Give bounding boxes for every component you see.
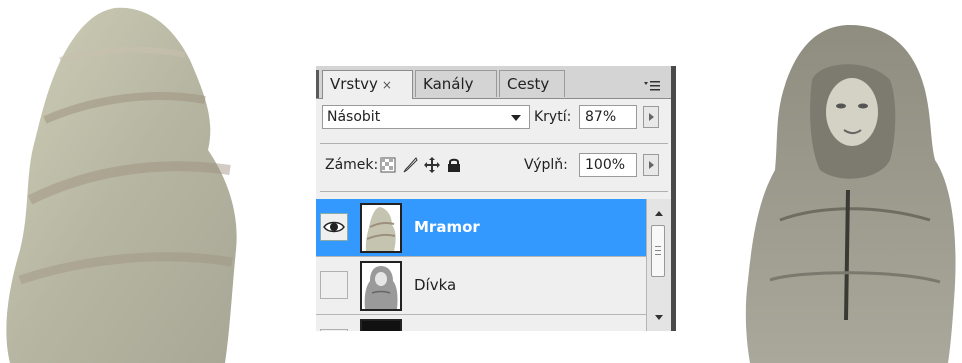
marble-girl-image	[745, 25, 956, 363]
layer-list: Mramor Dívka	[316, 199, 646, 331]
marble-image	[6, 7, 237, 363]
visibility-toggle[interactable]	[320, 329, 348, 331]
layers-panel: Vrstvy × Kanály Cesty Násobit Krytí: 87% …	[316, 66, 676, 331]
layer-row[interactable]: Dívka	[316, 257, 646, 315]
layer-options: Násobit Krytí: 87% Zámek: Výplň: 100%	[316, 99, 671, 199]
grip-line	[655, 250, 661, 251]
layer-thumbnail-girl	[360, 261, 402, 311]
tab-channels[interactable]: Kanály	[415, 70, 497, 97]
scroll-down-arrow-icon[interactable]	[655, 315, 663, 320]
layer-name[interactable]: Dívka	[414, 275, 456, 295]
blend-mode-select[interactable]: Násobit	[322, 105, 530, 129]
opacity-slider-button[interactable]	[643, 106, 659, 128]
layer-row[interactable]	[316, 315, 646, 331]
divider	[320, 191, 668, 192]
eye-icon	[323, 221, 345, 233]
fill-field[interactable]: 100%	[579, 153, 637, 177]
panel-menu-icon[interactable]	[644, 80, 660, 96]
blend-mode-value: Násobit	[327, 109, 381, 125]
divider	[320, 143, 668, 144]
visibility-toggle[interactable]	[320, 271, 348, 299]
tab-paths[interactable]: Cesty	[499, 70, 565, 97]
fill-label: Výplň:	[524, 157, 568, 173]
fill-slider-button[interactable]	[643, 154, 659, 176]
opacity-field[interactable]: 87%	[579, 105, 637, 129]
visibility-toggle[interactable]	[320, 213, 348, 241]
layer-thumbnail-background	[360, 319, 402, 331]
scroll-up-arrow-icon[interactable]	[655, 211, 663, 216]
scrollbar-thumb[interactable]	[651, 225, 665, 277]
lock-move-icon[interactable]	[424, 157, 440, 173]
lock-paint-icon[interactable]	[402, 157, 418, 173]
panel-tab-bar: Vrstvy × Kanály Cesty	[316, 66, 676, 99]
panel-edge	[316, 70, 319, 98]
panel-edge	[671, 66, 676, 331]
tab-layers[interactable]: Vrstvy ×	[322, 70, 413, 99]
layer-list-scrollbar[interactable]	[646, 199, 671, 331]
close-icon[interactable]: ×	[382, 78, 392, 92]
grip-line	[655, 246, 661, 247]
layer-row[interactable]: Mramor	[316, 199, 646, 257]
lock-all-icon[interactable]	[446, 157, 462, 173]
layer-thumbnail-marble	[360, 203, 402, 253]
tab-paths-label: Cesty	[507, 75, 550, 93]
lock-transparency-icon[interactable]	[380, 157, 396, 173]
tab-layers-label: Vrstvy	[330, 75, 378, 93]
lock-label: Zámek:	[325, 157, 379, 173]
layer-name[interactable]: Mramor	[414, 217, 480, 237]
tab-channels-label: Kanály	[423, 75, 474, 93]
opacity-label: Krytí:	[534, 109, 572, 125]
dropdown-arrow-icon	[511, 115, 521, 121]
grip-line	[655, 254, 661, 255]
